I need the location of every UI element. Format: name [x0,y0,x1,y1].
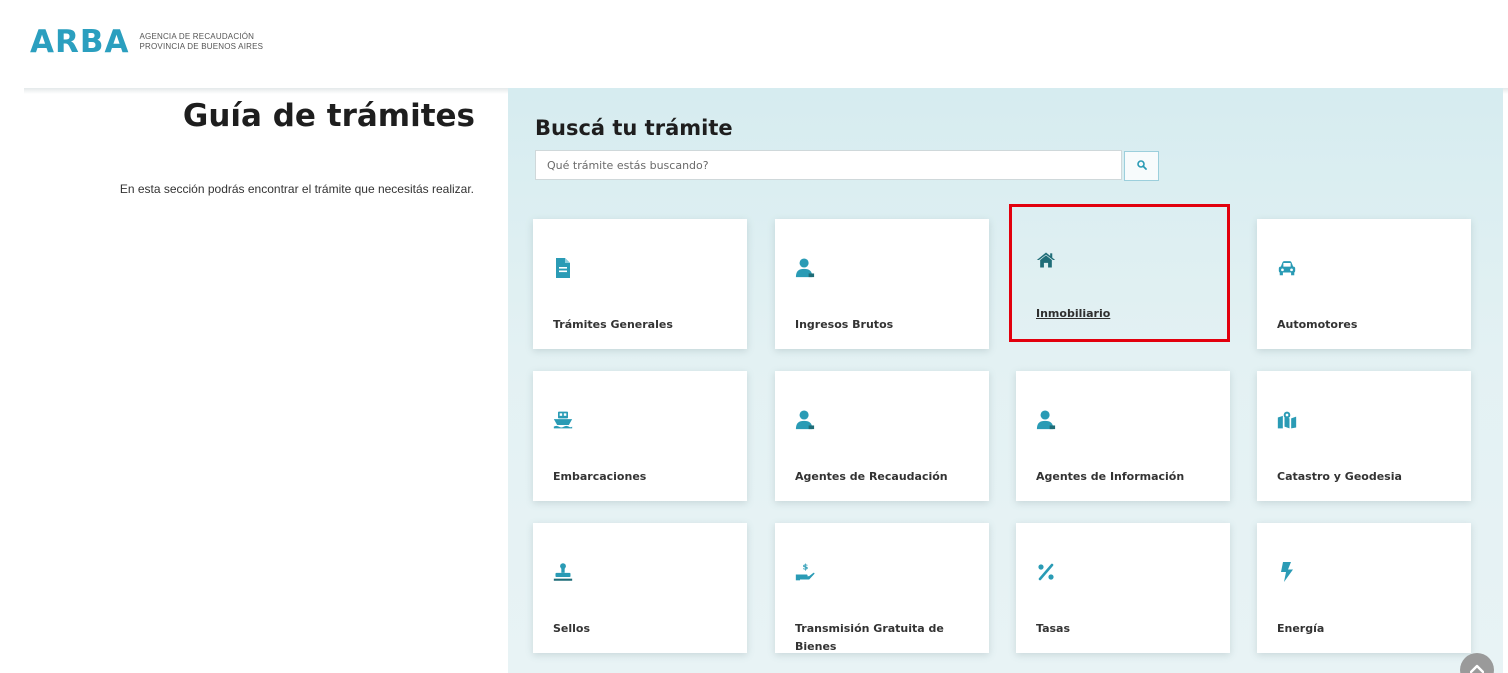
user-icon [1036,409,1056,431]
bolt-icon [1277,561,1297,583]
user-icon [795,257,815,279]
category-label: Transmisión Gratuita de Bienes [795,622,944,653]
page-title: Guía de trámites [182,98,475,134]
category-card-agentes-recaudacion[interactable]: Agentes de Recaudación [775,371,989,501]
document-icon [553,257,573,279]
logo-subtitle-line1: AGENCIA DE RECAUDACIÓN [139,32,255,41]
chevron-up-icon [1469,660,1485,673]
category-card-agentes-informacion[interactable]: Agentes de Información [1016,371,1230,501]
category-label: Energía [1277,622,1325,635]
category-card-embarcaciones[interactable]: Embarcaciones [533,371,747,501]
percent-icon [1036,561,1056,583]
map-icon [1277,409,1297,431]
category-label: Embarcaciones [553,470,647,483]
category-card-automotores[interactable]: Automotores [1257,219,1471,349]
page-description: En esta sección podrás encontrar el trám… [119,182,474,196]
logo-subtitle-line2: PROVINCIA DE BUENOS AIRES [139,42,264,51]
category-card-transmision-gratuita[interactable]: $ Transmisión Gratuita de Bienes [775,523,989,653]
category-label: Automotores [1277,318,1358,331]
category-label: Trámites Generales [553,318,673,331]
car-icon [1277,257,1297,279]
site-header: ARBA AGENCIA DE RECAUDACIÓN PROVINCIA DE… [0,0,1508,88]
category-card-catastro-geodesia[interactable]: Catastro y Geodesia [1257,371,1471,501]
intro-section: Guía de trámites En esta sección podrás … [0,94,508,673]
category-card-sellos[interactable]: Sellos [533,523,747,653]
search-button[interactable] [1124,151,1159,181]
category-card-tasas[interactable]: Tasas [1016,523,1230,653]
category-card-energia[interactable]: Energía [1257,523,1471,653]
search-icon [1136,157,1147,175]
user-icon [795,409,815,431]
highlight-annotation [1009,204,1230,342]
arba-logo[interactable]: ARBA AGENCIA DE RECAUDACIÓN PROVINCIA DE… [30,24,263,60]
category-card-ingresos-brutos[interactable]: Ingresos Brutos [775,219,989,349]
hand-dollar-icon: $ [795,561,815,583]
category-label: Ingresos Brutos [795,318,894,331]
category-label: Agentes de Recaudación [795,470,948,483]
ship-icon [553,409,573,431]
logo-text: ARBA [30,24,130,60]
category-label: Agentes de Información [1036,470,1185,483]
logo-subtitle: AGENCIA DE RECAUDACIÓN PROVINCIA DE BUEN… [139,32,263,52]
category-card-tramites-generales[interactable]: Trámites Generales [533,219,747,349]
search-heading: Buscá tu trámite [535,116,733,140]
category-label: Tasas [1036,622,1071,635]
stamp-icon [553,561,573,583]
category-label: Catastro y Geodesia [1277,470,1402,483]
category-label: Sellos [553,622,591,635]
svg-text:$: $ [803,562,809,572]
search-input[interactable] [535,150,1122,180]
